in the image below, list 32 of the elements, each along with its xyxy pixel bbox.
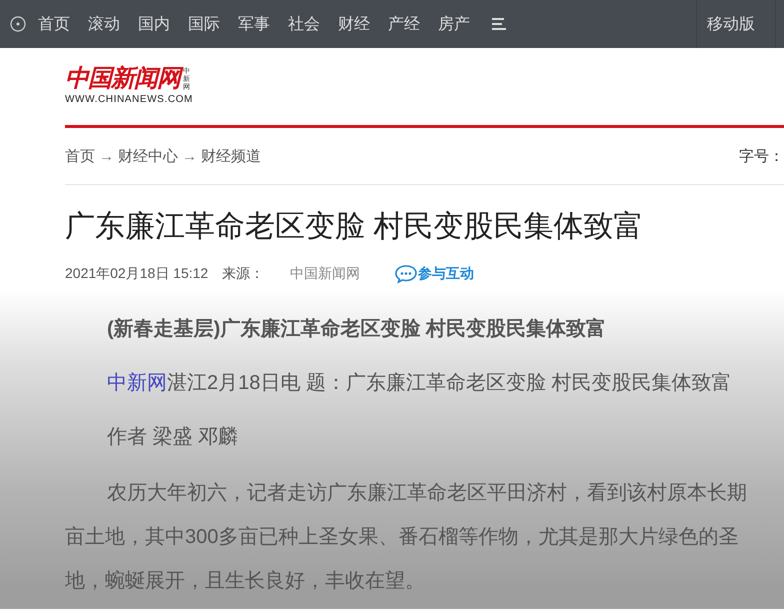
breadcrumb-link[interactable]: 财经中心	[118, 146, 178, 166]
article-title: 广东廉江革命老区变脸 村民变股民集体致富	[65, 209, 644, 245]
font-size-label: 字号：	[739, 146, 784, 166]
nav-link[interactable]: 军事	[238, 14, 270, 34]
chat-bubble-icon[interactable]	[394, 264, 418, 284]
nav-link[interactable]: 社会	[288, 14, 320, 34]
logo-url: WWW.CHINANEWS.COM	[65, 94, 193, 105]
article-lead: (新春走基层)广东廉江革命老区变脸 村民变股民集体致富	[106, 316, 607, 342]
paragraph-line: 亩土地，其中300多亩已种上圣女果、番石榴等作物，尤其是那大片绿色的圣	[65, 525, 740, 550]
nav-link[interactable]: 财经	[338, 14, 370, 34]
breadcrumb-link[interactable]: 首页	[65, 146, 95, 166]
menu-icon[interactable]	[490, 17, 506, 31]
breadcrumb-separator: →	[182, 148, 197, 164]
breadcrumb-link[interactable]: 财经频道	[201, 146, 261, 166]
target-icon[interactable]	[10, 16, 26, 32]
paragraph-line: 地，蜿蜒展开，且生长良好，丰收在望。	[65, 569, 426, 594]
publish-date: 2021年02月18日 15:12	[65, 265, 208, 283]
author-line: 作者 梁盛 邓麟	[106, 425, 240, 450]
dateline-link[interactable]: 中新网	[107, 372, 167, 394]
source-name: 中国新闻网	[290, 265, 360, 283]
dateline-text: 中新网湛江2月18日电 题：广东廉江革命老区变脸 村民变股民集体致富	[106, 371, 732, 396]
mobile-version-link[interactable]: 移动版	[696, 0, 776, 48]
nav-link[interactable]: 国际	[188, 14, 220, 34]
interact-link[interactable]: 参与互动	[418, 265, 474, 283]
source-label: 来源：	[222, 265, 264, 283]
breadcrumb-separator: →	[99, 148, 114, 164]
paragraph-line: 农历大年初六，记者走访广东廉江革命老区平田济村，看到该村原本长期	[106, 481, 748, 506]
nav-link[interactable]: 滚动	[88, 14, 120, 34]
nav-link[interactable]: 产经	[388, 14, 420, 34]
nav-link[interactable]: 首页	[38, 14, 70, 34]
nav-link[interactable]: 国内	[138, 14, 170, 34]
nav-link[interactable]: 房产	[438, 14, 470, 34]
